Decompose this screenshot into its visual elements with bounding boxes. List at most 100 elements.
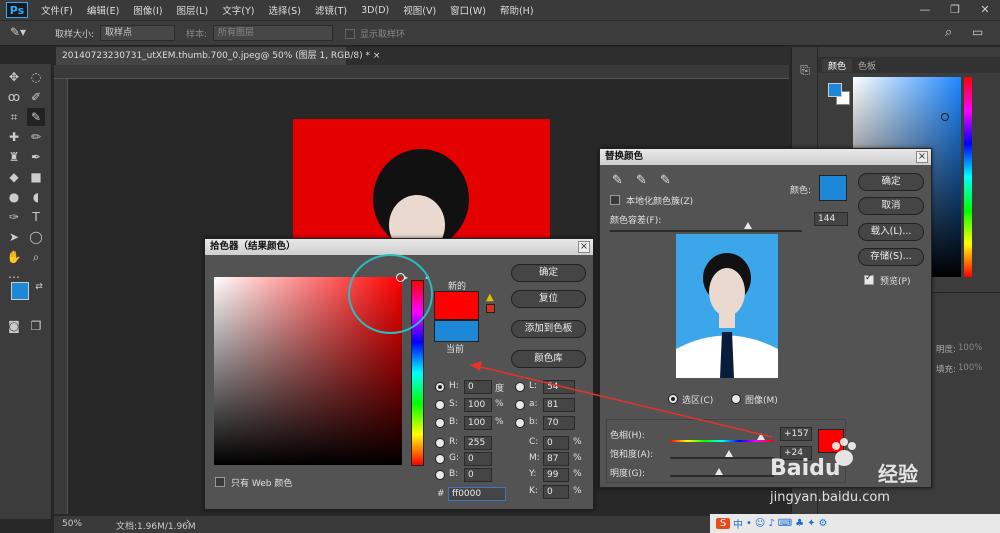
- current-color-swatch[interactable]: [434, 320, 479, 342]
- ime-mode[interactable]: 中: [733, 516, 743, 531]
- menu-image[interactable]: 图像(I): [126, 3, 169, 17]
- r-input[interactable]: 255: [464, 436, 492, 450]
- show-ring-checkbox[interactable]: [345, 29, 355, 39]
- replace-load-button[interactable]: 载入(L)...: [858, 223, 924, 241]
- hue-strip[interactable]: [964, 77, 972, 277]
- tab-swatches[interactable]: 色板: [858, 59, 876, 72]
- eraser-tool-icon[interactable]: ◆: [5, 168, 23, 186]
- eyedropper-icon[interactable]: ✎: [27, 108, 45, 126]
- lab-b-input[interactable]: 70: [543, 416, 575, 430]
- crop-tool-icon[interactable]: ⌗: [5, 108, 23, 126]
- status-menu-icon[interactable]: ›: [186, 517, 190, 527]
- b-radio[interactable]: [435, 418, 445, 428]
- eyedropper-plus-icon[interactable]: ✎: [636, 173, 647, 188]
- stamp-tool-icon[interactable]: ♜: [5, 148, 23, 166]
- h-radio[interactable]: [435, 382, 445, 392]
- sogou-icon[interactable]: S: [716, 518, 730, 529]
- close-tab-icon[interactable]: ×: [373, 51, 381, 61]
- s-input[interactable]: 100: [464, 398, 492, 412]
- microphone-icon[interactable]: ♪: [768, 518, 774, 529]
- hue-slider-track[interactable]: [670, 440, 774, 442]
- emoji-icon[interactable]: ☺: [755, 518, 765, 529]
- type-tool-icon[interactable]: T: [27, 208, 45, 226]
- quick-select-tool-icon[interactable]: ✐: [27, 88, 45, 106]
- zoom-tool-icon[interactable]: ⌕: [27, 248, 45, 266]
- zoom-level[interactable]: 50%: [62, 519, 82, 529]
- menu-select[interactable]: 选择(S): [261, 3, 307, 17]
- workspace-icon[interactable]: ▭: [972, 25, 983, 39]
- marquee-tool-icon[interactable]: ◌: [27, 68, 45, 86]
- path-select-icon[interactable]: ➤: [5, 228, 23, 246]
- g-input[interactable]: 0: [464, 452, 492, 466]
- l-input[interactable]: 54: [543, 380, 575, 394]
- toolbox-icon[interactable]: ✦: [807, 518, 815, 529]
- keyboard-icon[interactable]: ⌨: [778, 518, 792, 529]
- history-panel-icon[interactable]: ⎘: [796, 61, 814, 79]
- replace-ok-button[interactable]: 确定: [858, 173, 924, 191]
- add-to-swatches-button[interactable]: 添加到色板: [511, 320, 586, 338]
- sample-size-select[interactable]: 取样点: [100, 25, 175, 41]
- menu-view[interactable]: 视图(V): [396, 3, 443, 17]
- preview-checkbox[interactable]: [864, 273, 874, 285]
- replace-dialog-close-icon[interactable]: ×: [916, 151, 928, 163]
- gamut-color-swatch[interactable]: [486, 304, 495, 313]
- saturation-slider-knob[interactable]: [725, 450, 733, 457]
- replace-save-button[interactable]: 存储(S)...: [858, 248, 924, 266]
- layers-fill-value[interactable]: 100%: [958, 363, 982, 373]
- dodge-tool-icon[interactable]: ◖: [27, 188, 45, 206]
- screen-mode-icon[interactable]: ❐: [27, 317, 45, 335]
- quick-mask-icon[interactable]: ◙: [5, 317, 23, 335]
- tolerance-slider-track[interactable]: [610, 230, 802, 232]
- panel-foreground-swatch[interactable]: [828, 83, 842, 97]
- move-tool-icon[interactable]: ✥: [5, 68, 23, 86]
- out-of-gamut-warning-icon[interactable]: ▲: [486, 292, 494, 303]
- g-radio[interactable]: [435, 454, 445, 464]
- punctuation-icon[interactable]: •: [746, 518, 752, 529]
- eyedropper-minus-icon[interactable]: ✎: [660, 173, 671, 188]
- picker-reset-button[interactable]: 复位: [511, 290, 586, 308]
- k-input[interactable]: 0: [543, 485, 569, 499]
- selection-radio[interactable]: [668, 394, 678, 404]
- c-input[interactable]: 0: [543, 436, 569, 450]
- eyedropper-sample-icon[interactable]: ✎: [612, 173, 623, 188]
- menu-layer[interactable]: 图层(L): [170, 3, 216, 17]
- s-radio[interactable]: [435, 400, 445, 410]
- a-input[interactable]: 81: [543, 398, 575, 412]
- menu-help[interactable]: 帮助(H): [493, 3, 541, 17]
- gradient-tool-icon[interactable]: ■: [27, 168, 45, 186]
- color-libraries-button[interactable]: 颜色库: [511, 350, 586, 368]
- document-tab[interactable]: 20140723230731_utXEM.thumb.700_0.jpeg@ 5…: [56, 47, 380, 65]
- swap-colors-icon[interactable]: ⇄: [30, 278, 48, 296]
- hand-tool-icon[interactable]: ✋: [5, 248, 23, 266]
- hue-slider-knob[interactable]: [757, 433, 765, 440]
- maximize-icon[interactable]: ❐: [940, 0, 970, 20]
- menu-3d[interactable]: 3D(D): [354, 5, 396, 16]
- b-input[interactable]: 100: [464, 416, 492, 430]
- menu-type[interactable]: 文字(Y): [215, 3, 261, 17]
- menu-window[interactable]: 窗口(W): [443, 3, 493, 17]
- sample-select[interactable]: 所有图层: [213, 25, 333, 41]
- hex-input[interactable]: ff0000: [448, 487, 506, 501]
- localized-clusters-checkbox[interactable]: [610, 195, 620, 205]
- sample-color-swatch[interactable]: [819, 175, 847, 201]
- menu-filter[interactable]: 滤镜(T): [308, 3, 354, 17]
- history-brush-icon[interactable]: ✒: [27, 148, 45, 166]
- layers-opacity-value[interactable]: 100%: [958, 343, 982, 353]
- h-input[interactable]: 0: [464, 380, 492, 394]
- lightness-slider-knob[interactable]: [715, 468, 723, 475]
- tolerance-input[interactable]: 144: [814, 212, 848, 226]
- menu-edit[interactable]: 编辑(E): [80, 3, 126, 17]
- m-input[interactable]: 87: [543, 452, 569, 466]
- blur-tool-icon[interactable]: ●: [5, 188, 23, 206]
- skin-icon[interactable]: ♣: [795, 518, 804, 529]
- web-colors-checkbox[interactable]: [215, 477, 225, 487]
- minimize-icon[interactable]: —: [910, 0, 940, 20]
- tab-color[interactable]: 颜色: [822, 59, 853, 72]
- lasso-tool-icon[interactable]: ꝏ: [5, 88, 23, 106]
- search-icon[interactable]: ⌕: [945, 25, 952, 40]
- blue-input[interactable]: 0: [464, 468, 492, 482]
- foreground-color-swatch[interactable]: [11, 282, 29, 300]
- tolerance-slider-knob[interactable]: [744, 222, 753, 229]
- eyedropper-tool-icon[interactable]: ✎▾: [10, 25, 26, 39]
- saturation-slider-track[interactable]: [670, 457, 774, 459]
